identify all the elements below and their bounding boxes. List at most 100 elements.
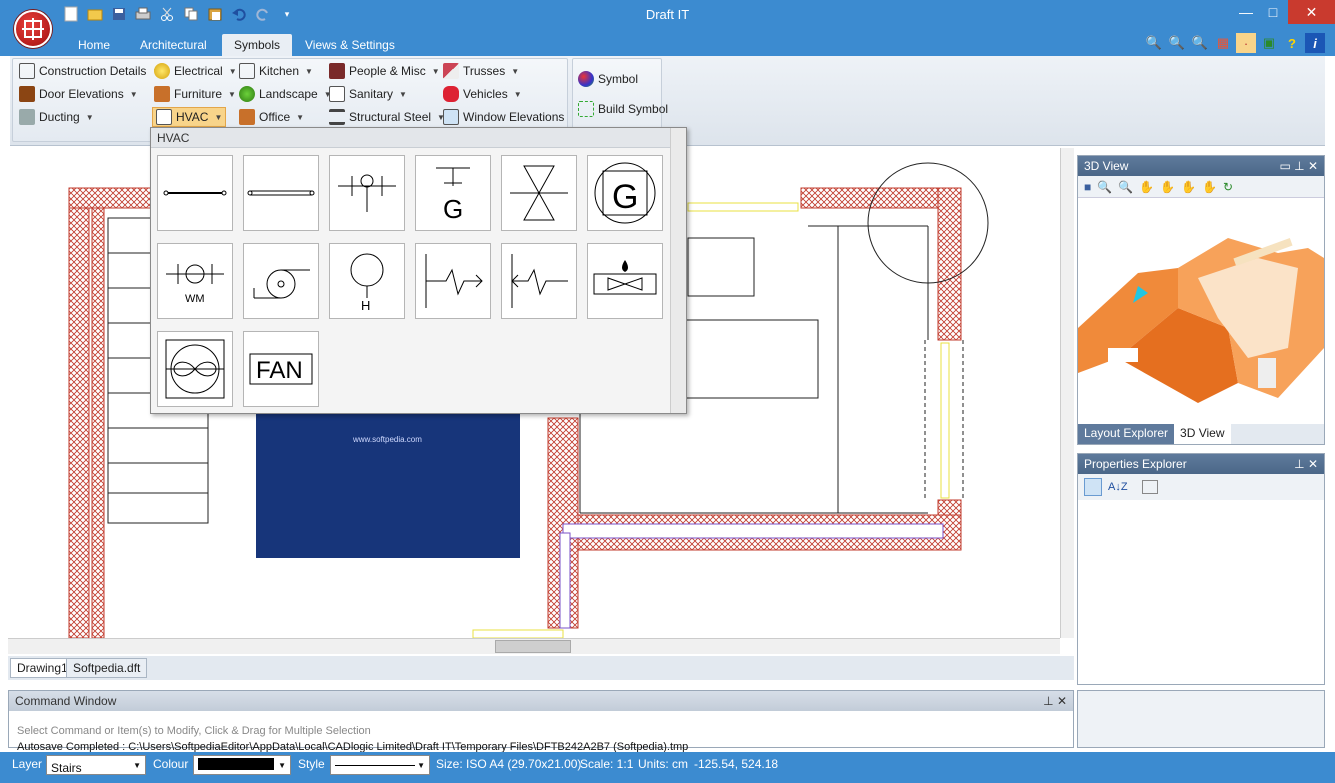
construction-details-menu[interactable]: Construction Details▼ <box>19 61 160 81</box>
canvas-vertical-scrollbar[interactable] <box>1060 148 1074 638</box>
sofa-icon <box>154 86 170 102</box>
export-icon[interactable]: ▣ <box>1259 33 1279 53</box>
doc-tab-drawing1[interactable]: Drawing1 <box>10 658 75 678</box>
furniture-menu[interactable]: Furniture ▼ <box>154 84 236 104</box>
maximize-button[interactable]: □ <box>1256 0 1290 24</box>
panel-controls-icon[interactable]: ▭ ⊥ ✕ <box>1279 159 1318 173</box>
hvac-symbol-cell[interactable] <box>501 155 577 231</box>
hvac-symbol-cell[interactable] <box>157 331 233 407</box>
undo-icon[interactable] <box>230 5 248 23</box>
doc-tab-softpedia[interactable]: Softpedia.dft <box>66 658 148 678</box>
print-icon[interactable] <box>134 5 152 23</box>
electrical-menu[interactable]: Electrical ▼ <box>154 61 237 81</box>
toilet-icon <box>329 86 345 102</box>
window-elevations-menu[interactable]: Window Elevations▼ <box>443 107 578 127</box>
rotate-up-icon[interactable]: ✋ <box>1181 180 1196 194</box>
softpedia-watermark: www.softpedia.com <box>352 435 422 444</box>
symbol-button[interactable]: Symbol <box>578 69 638 89</box>
hvac-symbol-cell[interactable] <box>501 243 577 319</box>
people-misc-menu[interactable]: People & Misc ▼ <box>329 61 440 81</box>
property-pages-icon[interactable] <box>1141 480 1158 494</box>
vehicles-menu[interactable]: Vehicles ▼ <box>443 84 522 104</box>
rotate-right-icon[interactable]: ✋ <box>1160 180 1175 194</box>
open-folder-icon[interactable] <box>86 5 104 23</box>
structural-steel-menu[interactable]: Structural Steel ▼ <box>329 107 445 127</box>
colour-select[interactable]: ▼ <box>193 755 291 775</box>
landscape-menu[interactable]: Landscape ▼ <box>239 84 332 104</box>
redo-icon[interactable] <box>254 5 272 23</box>
ducting-label: Ducting <box>39 110 80 124</box>
tree-icon <box>239 86 255 102</box>
command-prompt[interactable]: Select Command or Item(s) to Modify, Cli… <box>9 723 1073 739</box>
paste-icon[interactable] <box>206 5 224 23</box>
build-symbol-button[interactable]: Build Symbol <box>578 99 668 119</box>
hvac-symbol-cell[interactable] <box>587 243 663 319</box>
info-icon[interactable]: i <box>1305 33 1325 53</box>
pin-close-icons[interactable]: ⊥ ✕ <box>1043 694 1067 708</box>
layer-select[interactable]: Stairs ▼ <box>46 755 146 775</box>
zoom-in-icon[interactable]: 🔍 <box>1190 33 1210 53</box>
hvac-menu[interactable]: HVAC ▼ <box>152 107 227 127</box>
kitchen-menu[interactable]: Kitchen ▼ <box>239 61 313 81</box>
snap-icon[interactable]: · <box>1236 33 1256 53</box>
canvas-horizontal-scrollbar[interactable] <box>8 638 1060 654</box>
copy-icon[interactable] <box>182 5 200 23</box>
style-select[interactable]: ▼ <box>330 755 430 775</box>
hvac-symbol-cell[interactable]: WM <box>157 243 233 319</box>
pump-icon <box>253 269 310 299</box>
panel-controls-icon[interactable]: ⊥ ✕ <box>1294 457 1318 471</box>
hvac-symbol-cell[interactable] <box>157 155 233 231</box>
hvac-symbol-cell[interactable]: G <box>415 155 491 231</box>
properties-header: Properties Explorer ⊥ ✕ <box>1078 454 1324 474</box>
application-menu-button[interactable] <box>14 10 52 48</box>
kitchen-label: Kitchen <box>259 64 300 78</box>
sort-az-icon[interactable]: A↓Z <box>1108 481 1128 493</box>
zoom-window-icon[interactable]: 🔍 <box>1167 33 1187 53</box>
construction-details-label: Construction Details <box>39 64 147 78</box>
zoom-out-icon[interactable]: 🔍 <box>1118 180 1133 194</box>
zoom-in-icon[interactable]: 🔍 <box>1097 180 1112 194</box>
hvac-symbol-cell[interactable] <box>243 155 319 231</box>
properties-title: Properties Explorer <box>1084 457 1187 471</box>
tab-home[interactable]: Home <box>66 34 122 56</box>
office-menu[interactable]: Office ▼ <box>239 107 304 127</box>
help-icon[interactable]: ? <box>1282 33 1302 53</box>
grid-icon[interactable]: ▦ <box>1213 33 1233 53</box>
rotate-down-icon[interactable]: ✋ <box>1202 180 1217 194</box>
customize-toolbar-icon[interactable]: ▾ <box>278 5 296 23</box>
dropdown-icon: ▼ <box>296 112 305 122</box>
hvac-symbol-cell[interactable]: FAN <box>243 331 319 407</box>
office-label: Office <box>259 110 291 124</box>
popup-scrollbar[interactable] <box>670 128 686 413</box>
save-icon[interactable] <box>110 5 128 23</box>
fan-text-icon: FAN <box>249 353 313 385</box>
close-button[interactable]: ✕ <box>1288 0 1335 24</box>
new-file-icon[interactable] <box>62 5 80 23</box>
tab-3d-view[interactable]: 3D View <box>1174 424 1231 444</box>
tab-layout-explorer[interactable]: Layout Explorer <box>1078 424 1175 444</box>
hvac-symbol-cell[interactable]: G <box>587 155 663 231</box>
scroll-thumb[interactable] <box>495 640 571 653</box>
tab-views-settings[interactable]: Views & Settings <box>293 34 407 56</box>
svg-text:H: H <box>361 298 370 313</box>
zoom-extents-icon[interactable]: 🔍 <box>1144 33 1164 53</box>
save-icon[interactable]: ■ <box>1084 180 1091 194</box>
hvac-symbol-cell[interactable] <box>243 243 319 319</box>
door-elevations-menu[interactable]: Door Elevations ▼ <box>19 84 138 104</box>
window-elevations-label: Window Elevations <box>463 110 565 124</box>
sanitary-menu[interactable]: Sanitary ▼ <box>329 84 407 104</box>
3d-model-preview[interactable] <box>1078 198 1324 420</box>
ducting-menu[interactable]: Ducting ▼ <box>19 107 94 127</box>
hvac-symbol-cell[interactable] <box>415 243 491 319</box>
rotate-left-icon[interactable]: ✋ <box>1139 180 1154 194</box>
explorer-tabs: Layout Explorer 3D View <box>1078 424 1324 444</box>
tab-symbols[interactable]: Symbols <box>222 34 293 56</box>
ibeam-icon <box>329 109 345 125</box>
hvac-symbol-cell[interactable] <box>329 155 405 231</box>
refresh-icon[interactable]: ↻ <box>1223 180 1233 194</box>
hvac-symbol-cell[interactable]: H <box>329 243 405 319</box>
trusses-menu[interactable]: Trusses ▼ <box>443 61 519 81</box>
tab-architectural[interactable]: Architectural <box>128 34 219 56</box>
categorized-icon[interactable] <box>1084 478 1102 496</box>
cut-icon[interactable] <box>158 5 176 23</box>
